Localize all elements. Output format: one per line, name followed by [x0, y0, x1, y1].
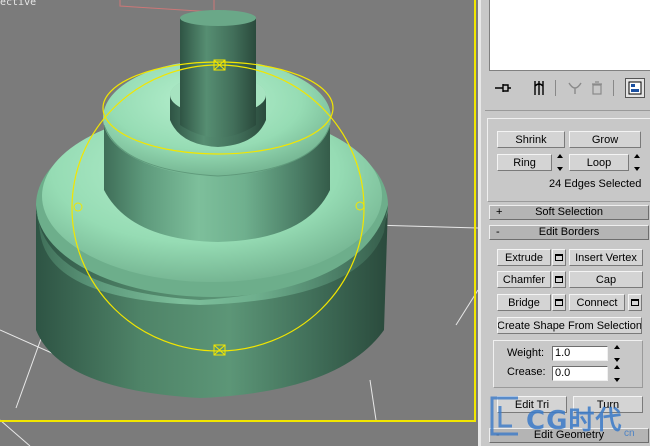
remove-modifier-icon[interactable] [587, 78, 607, 98]
soft-selection-rollout[interactable]: + Soft Selection [489, 205, 649, 220]
pin-stack-icon[interactable] [493, 78, 513, 98]
modify-panel: Shrink Grow Ring Loop 24 Edges Selected … [478, 0, 650, 446]
ring-spinner[interactable] [556, 154, 565, 171]
tube [180, 10, 256, 138]
rollout-title: Soft Selection [535, 206, 603, 218]
create-shape-button[interactable]: Create Shape From Selection [497, 317, 642, 334]
loop-button[interactable]: Loop [569, 154, 629, 171]
weight-label: Weight: [507, 347, 545, 359]
rollout-title: Edit Borders [538, 226, 600, 238]
show-end-result-icon[interactable] [529, 78, 549, 98]
shrink-button[interactable]: Shrink [497, 131, 565, 148]
weight-spinner[interactable] [613, 345, 622, 362]
watermark-site: cn [624, 428, 635, 439]
connect-button[interactable]: Connect [569, 294, 625, 311]
connect-settings-button[interactable] [628, 294, 642, 311]
modifier-stack-toolbar [489, 76, 650, 102]
chamfer-settings-button[interactable] [552, 271, 566, 288]
edit-borders-rollout[interactable]: - Edit Borders [489, 225, 649, 240]
crease-field[interactable]: 0.0 [552, 366, 608, 381]
configure-sets-icon[interactable] [625, 78, 645, 98]
chamfer-button[interactable]: Chamfer [497, 271, 551, 288]
crease-label: Crease: [507, 366, 546, 378]
toolbar-separator [485, 110, 650, 111]
modifier-stack-list[interactable] [489, 0, 650, 71]
selection-status: 24 Edges Selected [549, 178, 642, 190]
crease-spinner[interactable] [613, 365, 622, 382]
bridge-settings-button[interactable] [552, 294, 566, 311]
cap-button[interactable]: Cap [569, 271, 643, 288]
make-unique-icon[interactable] [565, 78, 585, 98]
ring-button[interactable]: Ring [497, 154, 552, 171]
loop-spinner[interactable] [633, 154, 642, 171]
extrude-button[interactable]: Extrude [497, 249, 551, 266]
insert-vertex-button[interactable]: Insert Vertex [569, 249, 643, 266]
viewport-scene[interactable] [0, 0, 478, 446]
weight-field[interactable]: 1.0 [552, 346, 608, 361]
extrude-settings-button[interactable] [552, 249, 566, 266]
grow-button[interactable]: Grow [569, 131, 641, 148]
watermark-brand: CG时代 [526, 406, 623, 436]
viewport-label[interactable]: ective [0, 0, 36, 8]
bridge-button[interactable]: Bridge [497, 294, 551, 311]
perspective-viewport[interactable]: ective [0, 0, 478, 446]
watermark: CG时代 cn [478, 388, 650, 446]
